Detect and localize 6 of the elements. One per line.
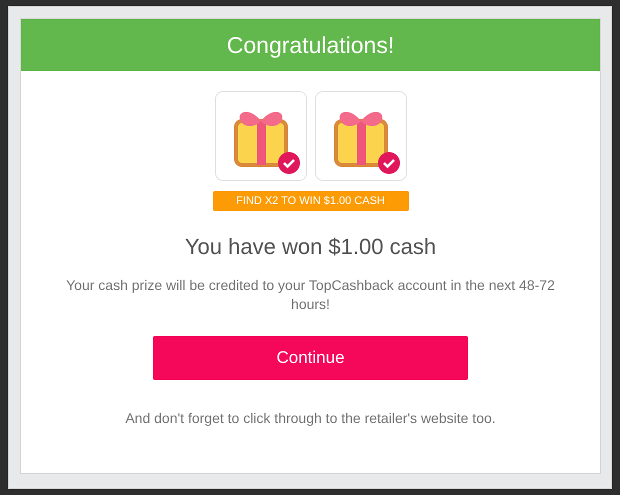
footer-note: And don't forget to click through to the retailer's website too. [125, 410, 496, 426]
prize-message: Your cash prize will be credited to your TopCashback account in the next 48-72 hours! [66, 276, 556, 314]
win-headline: You have won $1.00 cash [184, 234, 436, 260]
dialog-title: Congratulations! [21, 19, 600, 71]
prize-badge: FIND X2 TO WIN $1.00 CASH [212, 191, 408, 211]
continue-button[interactable]: Continue [153, 336, 468, 380]
